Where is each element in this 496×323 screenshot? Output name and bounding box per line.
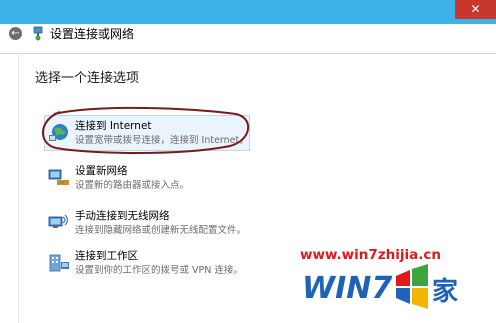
workplace-icon xyxy=(49,254,69,272)
router-icon xyxy=(48,169,69,185)
network-wizard-icon xyxy=(33,26,43,41)
svg-text:WIN7: WIN7 xyxy=(302,271,392,306)
option-description: 设置新的路由器或接入点。 xyxy=(75,180,190,191)
option-manual-wireless[interactable]: 手动连接到无线网络 连接到隐藏网络或创建新无线配置文件。 xyxy=(44,208,464,238)
page-heading: 选择一个连接选项 xyxy=(35,71,140,86)
option-description: 连接到隐藏网络或创建新无线配置文件。 xyxy=(75,225,247,236)
back-button[interactable]: ← xyxy=(9,27,22,40)
watermark-url: www.win7zhijia.cn xyxy=(300,247,441,263)
option-label: 手动连接到无线网络 xyxy=(75,210,170,222)
svg-text:家: 家 xyxy=(432,276,458,307)
wizard-title: 设置连接或网络 xyxy=(50,27,135,41)
win7-logo: WIN7 家 xyxy=(302,264,458,309)
annotation-circle xyxy=(42,106,249,154)
option-description: 设置到你的工作区的拨号或 VPN 连接。 xyxy=(75,265,243,276)
option-label: 连接到工作区 xyxy=(75,250,138,262)
option-new-network[interactable]: 设置新网络 设置新的路由器或接入点。 xyxy=(44,163,464,193)
close-button[interactable]: ✕ xyxy=(455,0,496,19)
option-label: 设置新网络 xyxy=(75,165,128,177)
window-title-bar xyxy=(0,0,496,24)
wireless-computer-icon xyxy=(48,214,69,228)
